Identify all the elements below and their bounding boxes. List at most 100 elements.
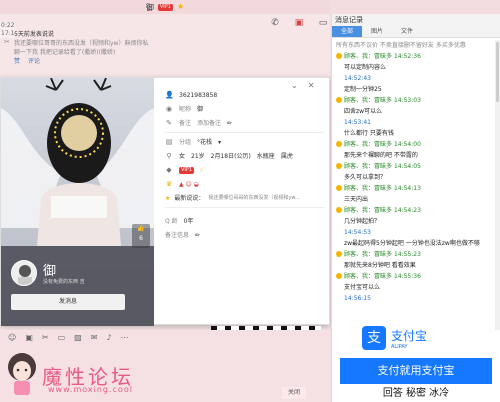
star-icon: ★	[176, 2, 185, 11]
edit-icon[interactable]: ✏	[195, 230, 200, 241]
moon-icon: ☾	[200, 166, 206, 174]
avatar-dot-icon	[336, 251, 342, 257]
profile-photo: 👍 6 御 没有免费的东西 吉 发消息	[1, 78, 154, 326]
more-icon[interactable]: ⋯	[121, 333, 129, 342]
scissors-icon[interactable]: ✂	[42, 333, 49, 342]
crown-icon: ♛	[165, 180, 173, 188]
profile-card: 👍 6 御 没有免费的东西 吉 发消息 ⌄ ✕ 👤 3621983858 ◉ 昵…	[0, 77, 330, 326]
history-item: 可以定制内容么	[344, 64, 387, 71]
thumbs-up-icon: 👍	[137, 225, 145, 232]
tab-images[interactable]: 图片	[362, 26, 392, 37]
close-button[interactable]: 关闭	[282, 387, 306, 399]
feed-like-button[interactable]: 赞	[14, 57, 20, 66]
personal-row: ⚲ 女 21岁 2月18日(公历) 水瓶座 属虎	[166, 152, 293, 160]
chevron-down-icon[interactable]: ▾	[218, 137, 221, 148]
gift-icon[interactable]: ✉	[91, 333, 98, 342]
alipay-logo: 支 支付宝 ALIPAY	[362, 324, 472, 352]
ad-footer: 回答 秘密 冰冷	[340, 386, 492, 402]
level-icons: ▲ ☺ ◒	[179, 180, 199, 188]
vip-badge: VIP1	[157, 3, 173, 11]
history-top-line: 所有东西不议价 不卖直接删不留好友 多买多优惠	[336, 42, 466, 49]
feed-title: 5天前发表说说	[14, 31, 54, 38]
avatar-dot-icon	[336, 141, 342, 147]
history-item: 顾客、我：冒昧多 14:55:36	[336, 271, 494, 282]
feed-post: 5天前发表说说 我还要哪位哥哥的东西没发（视频和yw）麻烦你私聊一下我 我把记录…	[0, 30, 150, 66]
remark-icon: ✎	[166, 119, 172, 127]
emoji-icon[interactable]: ☺	[8, 333, 16, 342]
history-item: 那先来个裸聊的吧 不带露的	[344, 152, 418, 159]
nickname-panel: 御 没有免费的东西 吉 发消息	[1, 246, 154, 326]
history-item: 支付宝可以么	[344, 284, 381, 291]
tab-files[interactable]: 文件	[392, 26, 422, 37]
history-item: 顾客、我：冒昧多 14:55:23	[336, 249, 494, 260]
alipay-icon: 支	[362, 326, 386, 350]
avatar-dot-icon	[336, 163, 342, 169]
history-item: 几分钟起拍？	[344, 218, 381, 225]
mic-icon[interactable]: ♪	[106, 333, 111, 342]
person-icon: ⚲	[166, 152, 172, 160]
profile-nick-sub: 没有免费的东西 吉	[43, 279, 85, 285]
send-message-button[interactable]: 发消息	[11, 294, 125, 310]
id-icon: ◉	[165, 105, 173, 113]
watermark: 魔性论坛 www.moxing.cool	[0, 345, 150, 402]
star-icon: ★	[165, 194, 171, 202]
badge-row: ◆ VIP1 ☾	[166, 166, 206, 174]
gif-icon[interactable]: ▣	[25, 333, 33, 342]
history-panel: 消息记录 全部 图片 文件 所有东西不议价 不卖直接删不留好友 多买多优惠 顾客…	[331, 14, 500, 402]
avatar-dot-icon	[336, 185, 342, 191]
history-item: 14:56:15	[344, 295, 371, 302]
profile-info: 👤 3621983858 ◉ 昵称 御 ✎ 备注 添加备注 ✏ ▤ 分组 °花栈…	[165, 88, 325, 242]
history-title: 消息记录	[332, 14, 500, 26]
avatar-dot-icon	[336, 53, 342, 59]
history-scrollbar[interactable]	[495, 40, 500, 330]
signature-row[interactable]: ★ 最新说说： 我还要哪位哥哥的东西没发（视频和yw...	[165, 191, 325, 205]
history-item: zw最起码得5分钟起吧 一分钟也没法zw啊也做不够	[344, 240, 480, 247]
contact-name: 御	[145, 2, 154, 12]
folder-icon: ▤	[165, 138, 173, 146]
remark-row[interactable]: ✎ 备注 添加备注 ✏	[165, 116, 325, 130]
avatar-dot-icon	[336, 273, 342, 279]
title-bar: 御 VIP1 ★	[0, 0, 330, 14]
user-icon: 👤	[165, 91, 174, 99]
watermark-avatar	[8, 353, 36, 395]
feed-comment-button[interactable]: 评论	[28, 57, 40, 66]
history-item: 四舍zw可以么	[344, 108, 383, 115]
history-item: 什么都行 只要有钱	[344, 130, 394, 137]
history-item: 顾客、我：冒昧多 14:54:13	[336, 183, 494, 194]
profile-nickname: 御	[43, 264, 57, 279]
history-item: 14:53:41	[344, 119, 371, 126]
history-item: 14:52:43	[344, 75, 371, 82]
history-item: 那就先来8分钟吧 看看效果	[344, 262, 416, 269]
video-icon[interactable]: ▣	[294, 18, 304, 28]
screen-share-icon[interactable]: ▭	[318, 18, 328, 28]
avatar	[11, 260, 37, 286]
diamond-icon: ◆	[166, 166, 172, 174]
history-item: 顾客、我：冒昧多 14:52:36	[336, 51, 494, 62]
history-item: 定制一分钟25	[344, 86, 382, 93]
history-item: 顾客、我：冒昧多 14:53:03	[336, 95, 494, 106]
level-row: ♛ ▲ ☺ ◒	[165, 177, 325, 191]
like-counter[interactable]: 👍 6	[132, 224, 150, 248]
qage-row: Q 龄 0年	[165, 217, 194, 225]
history-list: 所有东西不议价 不卖直接删不留好友 多买多优惠 顾客、我：冒昧多 14:52:3…	[332, 40, 494, 328]
tab-all[interactable]: 全部	[332, 26, 362, 37]
folder-icon[interactable]: ▭	[58, 333, 66, 342]
avatar-dot-icon	[336, 97, 342, 103]
history-item: 多久可以拿到？	[344, 174, 387, 181]
history-item: 顾客、我：冒昧多 14:54:23	[336, 205, 494, 216]
edit-icon[interactable]: ✏	[227, 118, 232, 129]
history-item: 14:54:53	[344, 229, 371, 236]
image-icon[interactable]: ▨	[74, 333, 82, 342]
chat-window: 御 VIP1 ★ ✆ ▣ ▭ ⋯ 0:22 17:1 ✂ 5天前发表说说 我还要…	[0, 0, 352, 402]
nickname-row: ◉ 昵称 御	[165, 105, 204, 113]
alipay-ad[interactable]: 支 支付宝 ALIPAY 支付就用支付宝 回答 秘密 冰冷	[340, 314, 492, 402]
scrollbar-thumb[interactable]	[496, 42, 499, 102]
watermark-url: www.moxing.cool	[48, 385, 133, 394]
ad-banner[interactable]: 支付就用支付宝	[340, 358, 492, 384]
remark-info-row[interactable]: 备注信息 ✏	[165, 228, 325, 242]
history-tabs: 全部 图片 文件	[332, 26, 500, 38]
group-row[interactable]: ▤ 分组 °花栈 ▾	[165, 135, 325, 149]
phone-icon[interactable]: ✆	[270, 18, 280, 28]
history-item: 顾客、我：冒昧多 14:54:00	[336, 139, 494, 150]
avatar-dot-icon	[336, 207, 342, 213]
